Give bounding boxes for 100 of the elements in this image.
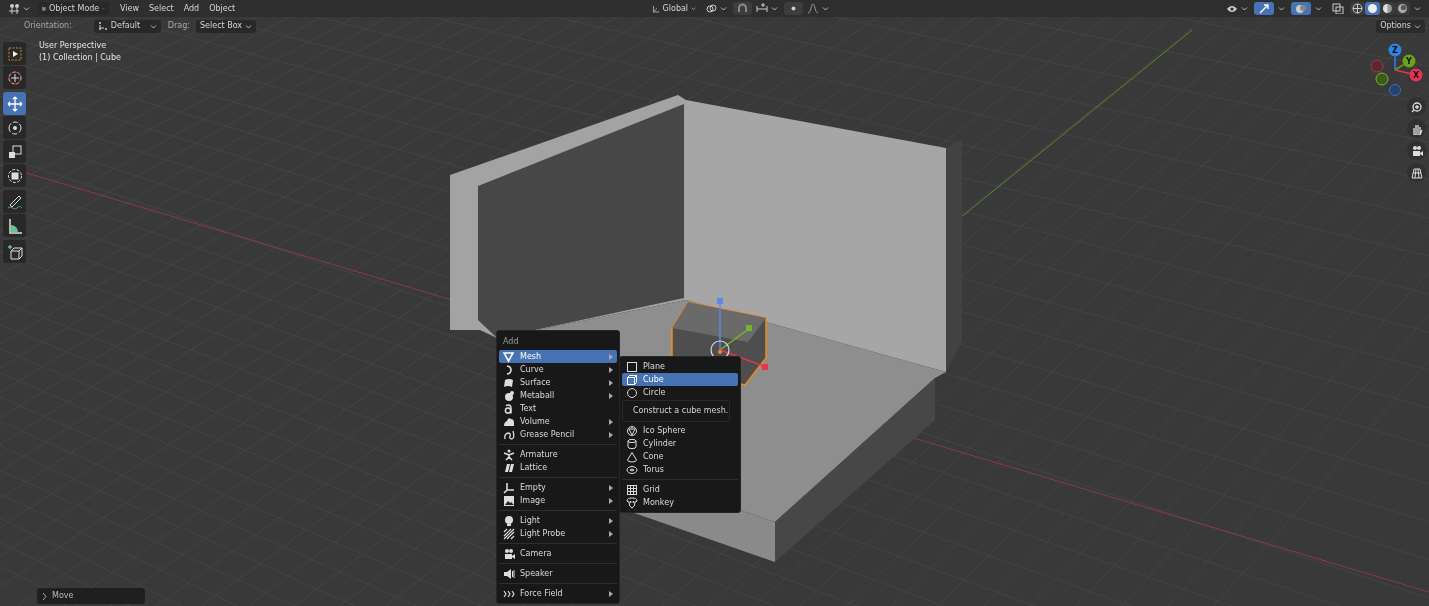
select-box-tool-icon	[5, 44, 24, 63]
mode-dropdown[interactable]: Object Mode	[38, 2, 109, 15]
overlay-toggle[interactable]	[1291, 2, 1311, 15]
circle-icon	[626, 386, 638, 399]
torus-icon	[626, 463, 638, 476]
caret-icon	[1414, 23, 1421, 29]
grid-icon	[1410, 166, 1423, 179]
axis-label: Z	[1392, 46, 1398, 55]
menu-item[interactable]: View	[115, 4, 144, 13]
orientation-label: Orientation:	[24, 20, 72, 32]
material-shading-icon	[1382, 3, 1393, 14]
movie-camera-icon	[1410, 144, 1423, 157]
menu-item[interactable]: Image	[499, 494, 617, 507]
menu-item[interactable]: Torus	[622, 463, 738, 476]
perspective-toggle[interactable]	[1407, 163, 1426, 182]
tool-button[interactable]	[3, 164, 26, 187]
menu-item[interactable]: Volume	[499, 415, 617, 428]
menu-item[interactable]: Add	[178, 4, 205, 13]
camera-icon	[503, 547, 515, 560]
negative-axis-dot[interactable]	[1370, 59, 1384, 73]
circles-icon	[1295, 3, 1307, 14]
menu-item[interactable]: Text	[499, 402, 617, 415]
pan-button[interactable]	[1407, 119, 1426, 138]
menu-item[interactable]: Select	[144, 4, 179, 13]
menu-item[interactable]: Surface	[499, 376, 617, 389]
gizmo-toggle[interactable]	[1254, 2, 1274, 15]
menu-item[interactable]: Metaball	[499, 389, 617, 402]
negative-axis-dot[interactable]	[1375, 72, 1389, 86]
link-icon	[706, 3, 718, 14]
shading-mode-button[interactable]	[1380, 2, 1395, 15]
menu-item[interactable]: Ico Sphere	[622, 424, 738, 437]
arrow-icon	[1258, 3, 1270, 14]
tool-button[interactable]	[3, 140, 26, 163]
menu-item[interactable]: Object	[204, 4, 241, 13]
zoom-button[interactable]	[1407, 97, 1426, 116]
tool-button[interactable]	[3, 116, 26, 139]
snap-toggle[interactable]	[733, 2, 753, 15]
tool-button[interactable]	[3, 190, 26, 213]
negative-axis-dot[interactable]	[1389, 84, 1401, 96]
speaker-icon	[503, 567, 515, 580]
menu-item[interactable]: Light	[499, 514, 617, 527]
xray-icon	[1332, 3, 1344, 14]
menu-item[interactable]: Grease Pencil	[499, 428, 617, 441]
add-cube-tool-icon	[5, 242, 24, 261]
menu-item[interactable]: Grid	[622, 483, 738, 496]
caret-icon	[1414, 6, 1421, 11]
menu-item[interactable]: Plane	[622, 360, 738, 373]
cone-icon	[626, 450, 638, 463]
menu-item[interactable]: Light Probe	[499, 527, 617, 540]
cursor-tool-icon	[5, 68, 24, 87]
axis-dot[interactable]	[1402, 54, 1416, 68]
orientation-dropdown[interactable]: Default	[93, 19, 161, 33]
grease-icon	[503, 428, 515, 441]
menu-item[interactable]: Cube	[622, 373, 738, 386]
move-tool-icon	[5, 94, 24, 113]
monkey-icon	[626, 496, 638, 509]
collection-info: (1) Collection | Cube	[39, 52, 121, 64]
tool-button[interactable]	[3, 240, 26, 263]
shading-mode-button[interactable]	[1365, 2, 1380, 15]
camera-view-button[interactable]	[1407, 141, 1426, 160]
falloff-curve-icon	[807, 3, 820, 14]
shading-mode-button[interactable]	[1395, 2, 1410, 15]
tool-button[interactable]	[3, 92, 26, 115]
transform-tool-icon	[5, 166, 24, 185]
caret-icon	[1241, 6, 1248, 11]
drag-dropdown[interactable]: Select Box	[196, 19, 257, 33]
caret-icon	[149, 23, 157, 29]
menu-item[interactable]: Circle	[622, 386, 738, 399]
caret-icon	[1278, 6, 1285, 11]
axis-lines	[1394, 55, 1411, 75]
solid-shading-icon	[1367, 3, 1378, 14]
grid-icon	[626, 483, 638, 496]
menu-item[interactable]: Cone	[622, 450, 738, 463]
surface-icon	[503, 376, 515, 389]
menu-item[interactable]: Speaker	[499, 567, 617, 580]
menu-item[interactable]: Camera	[499, 547, 617, 560]
last-operator-panel[interactable]: Move	[37, 588, 145, 604]
shading-mode-button[interactable]	[1350, 2, 1365, 15]
rotate-tool-icon	[5, 118, 24, 137]
menu-item[interactable]: Force Field	[499, 587, 617, 600]
menu-item[interactable]: Lattice	[499, 461, 617, 474]
options-dropdown[interactable]: Options	[1376, 19, 1425, 33]
tool-button[interactable]	[3, 42, 26, 65]
menu-item[interactable]: Mesh	[499, 350, 617, 363]
tool-button[interactable]	[3, 214, 26, 237]
caret-icon	[822, 6, 830, 11]
lattice-icon	[503, 461, 515, 474]
tool-button[interactable]	[3, 66, 26, 89]
metaball-icon	[503, 389, 515, 402]
probe-icon	[503, 527, 515, 540]
caret-icon	[691, 6, 697, 11]
magnet-icon	[737, 3, 749, 14]
armature-icon	[503, 448, 515, 461]
menu-item[interactable]: Empty	[499, 481, 617, 494]
menu-item[interactable]: Cylinder	[622, 437, 738, 450]
axis-dot[interactable]	[1388, 43, 1402, 57]
menu-item[interactable]: Armature	[499, 448, 617, 461]
menu-item[interactable]: Monkey	[622, 496, 738, 509]
menu-item[interactable]: Curve	[499, 363, 617, 376]
proportional-edit-toggle[interactable]	[784, 2, 804, 15]
